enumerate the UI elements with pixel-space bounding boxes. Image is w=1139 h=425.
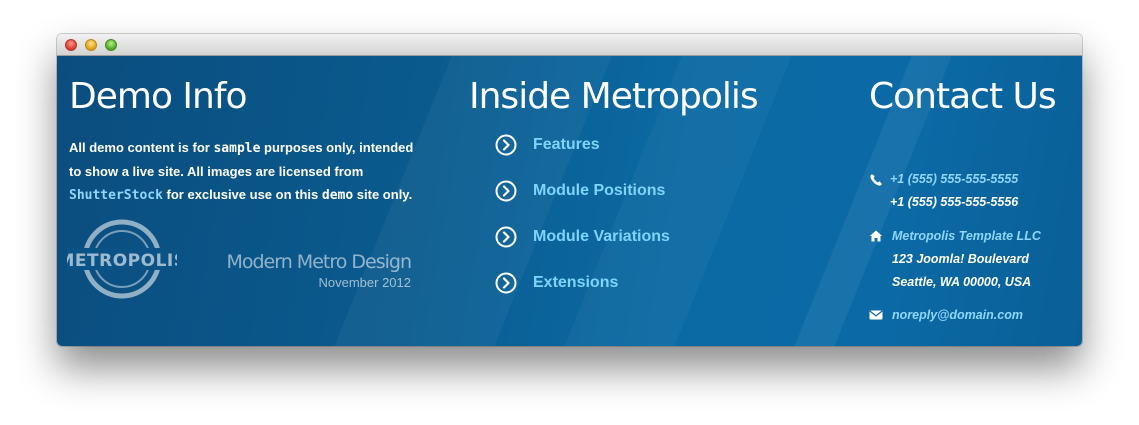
- chevron-right-circle-icon: [495, 226, 517, 248]
- contact-us-title: Contact Us: [869, 76, 1057, 117]
- demo-text-part: site only.: [353, 187, 413, 202]
- chevron-right-circle-icon: [495, 134, 517, 156]
- logo-text: METROPOLIS: [67, 251, 177, 271]
- chevron-right-circle-icon: [495, 272, 517, 294]
- chevron-right-circle-icon: [495, 180, 517, 202]
- envelope-icon: [869, 310, 883, 320]
- close-window-button[interactable]: [65, 39, 77, 51]
- nav-item-features[interactable]: Features: [495, 132, 600, 158]
- inside-metropolis-title: Inside Metropolis: [469, 76, 759, 117]
- metropolis-logo: METROPOLIS: [67, 219, 177, 299]
- phone-icon: [870, 174, 882, 186]
- demo-info-description: All demo content is for sample purposes …: [69, 136, 429, 207]
- nav-item-label[interactable]: Module Variations: [533, 228, 670, 246]
- demo-text-part: for exclusive use on this: [162, 187, 322, 202]
- demo-text-part: All demo content is for: [69, 140, 214, 155]
- email-link[interactable]: noreply@domain.com: [892, 307, 1023, 323]
- release-date: November 2012: [318, 275, 412, 290]
- minimize-window-button[interactable]: [85, 39, 97, 51]
- tagline: Modern Metro Design: [226, 251, 412, 273]
- demo-text-code: sample: [213, 141, 261, 156]
- address-line-2: Seattle, WA 00000, USA: [892, 275, 1032, 289]
- nav-item-label[interactable]: Module Positions: [533, 182, 665, 200]
- nav-item-label[interactable]: Extensions: [533, 274, 618, 292]
- nav-item-label[interactable]: Features: [533, 136, 600, 154]
- window-titlebar[interactable]: [57, 34, 1082, 56]
- nav-item-extensions[interactable]: Extensions: [495, 270, 618, 296]
- demo-info-title: Demo Info: [69, 76, 248, 117]
- company-link[interactable]: Metropolis Template LLC: [892, 228, 1041, 244]
- footer-panel: Demo Info All demo content is for sample…: [57, 56, 1082, 346]
- zoom-window-button[interactable]: [105, 39, 117, 51]
- home-icon: [869, 230, 883, 242]
- nav-item-module-variations[interactable]: Module Variations: [495, 224, 670, 250]
- demo-text-code: demo: [321, 188, 354, 203]
- shutterstock-link[interactable]: ShutterStock: [69, 188, 163, 203]
- address-line-1: 123 Joomla! Boulevard: [892, 252, 1029, 266]
- phone-link-1[interactable]: +1 (555) 555-555-5555: [890, 171, 1018, 187]
- nav-item-module-positions[interactable]: Module Positions: [495, 178, 665, 204]
- phone-number-2: +1 (555) 555-555-5556: [890, 195, 1019, 209]
- browser-window: Demo Info All demo content is for sample…: [57, 34, 1082, 346]
